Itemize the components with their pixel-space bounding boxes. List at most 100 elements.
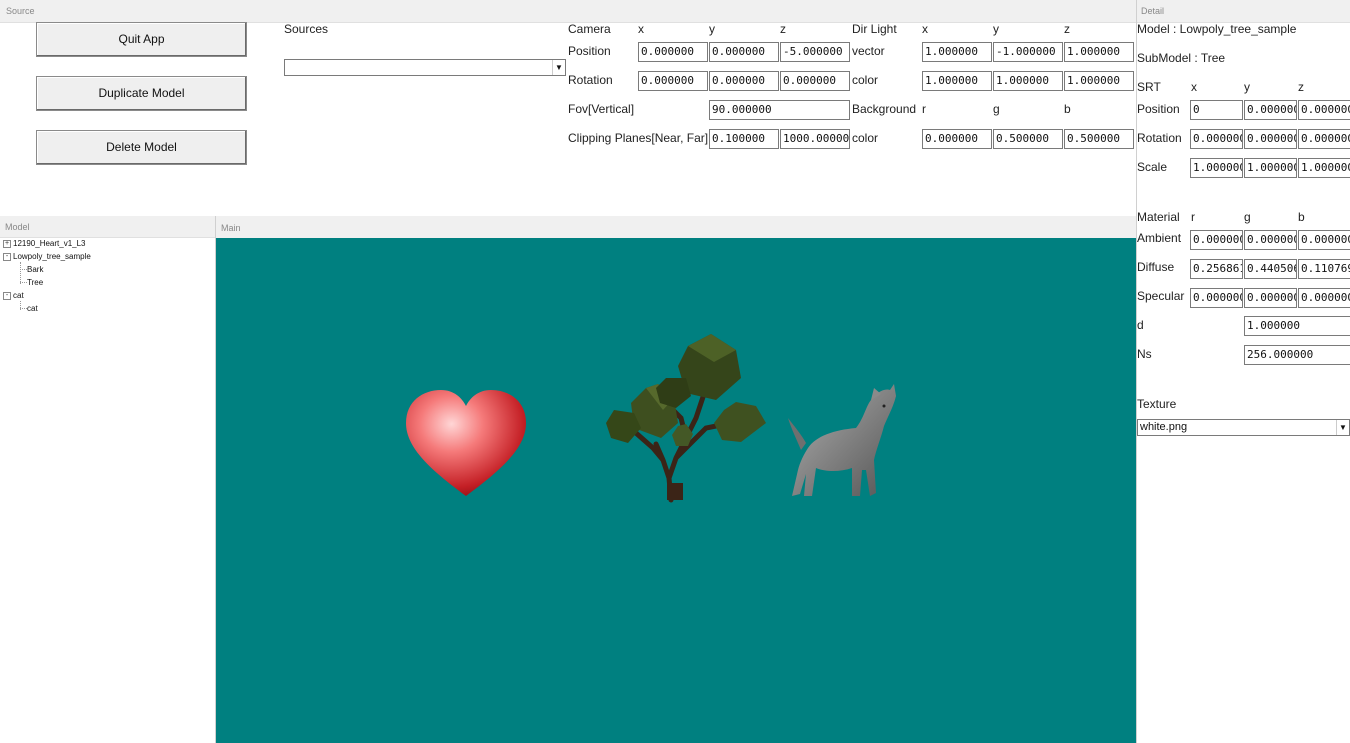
material-diffuse-r-field[interactable]: 0.256861 bbox=[1190, 259, 1243, 279]
quit-app-button[interactable]: Quit App bbox=[36, 22, 247, 57]
camera-rotation-x-field[interactable]: 0.000000 bbox=[638, 71, 708, 91]
srt-scale-z-field[interactable]: 1.000000 bbox=[1298, 158, 1350, 178]
tree-node-cat-child[interactable]: cat bbox=[20, 304, 38, 313]
tree-branch-line bbox=[20, 308, 27, 310]
tree-node-bark[interactable]: Bark bbox=[20, 265, 43, 274]
main-title-bar bbox=[216, 216, 1136, 239]
camera-clip-near-field[interactable]: 0.100000 bbox=[709, 129, 779, 149]
camera-fov-field[interactable]: 90.000000 bbox=[709, 100, 850, 120]
model-name-label: Model : Lowpoly_tree_sample bbox=[1137, 22, 1297, 36]
srt-position-x-field[interactable]: 0 bbox=[1190, 100, 1243, 120]
srt-position-y-field[interactable]: 0.000000 bbox=[1244, 100, 1297, 120]
camera-fov-label: Fov[Vertical] bbox=[568, 102, 635, 116]
source-title-bar bbox=[0, 0, 1136, 23]
dir-light-header: Dir Light bbox=[852, 22, 897, 36]
dir-light-color-r-field[interactable]: 1.000000 bbox=[922, 71, 992, 91]
material-diffuse-b-field[interactable]: 0.110769 bbox=[1298, 259, 1350, 279]
background-header: Background bbox=[852, 102, 917, 116]
background-color-g-field[interactable]: 0.500000 bbox=[993, 129, 1063, 149]
camera-position-x-field[interactable]: 0.000000 bbox=[638, 42, 708, 62]
material-ns-label: Ns bbox=[1137, 347, 1152, 361]
texture-value: white.png bbox=[1140, 421, 1188, 433]
source-panel: Source Quit App Duplicate Model Delete M… bbox=[0, 0, 1136, 215]
camera-position-label: Position bbox=[568, 44, 611, 58]
material-d-field[interactable]: 1.000000 bbox=[1244, 316, 1350, 336]
background-g-header: g bbox=[993, 102, 1000, 116]
source-panel-title: Source bbox=[6, 6, 35, 16]
material-r-header: r bbox=[1191, 210, 1195, 224]
dir-light-vector-z-field[interactable]: 1.000000 bbox=[1064, 42, 1134, 62]
minus-icon[interactable]: - bbox=[3, 252, 11, 261]
camera-x-header: x bbox=[638, 22, 644, 36]
material-ns-field[interactable]: 256.000000 bbox=[1244, 345, 1350, 365]
model-panel: Model +12190_Heart_v1_L3 - Lowpoly_tree_s… bbox=[0, 216, 216, 743]
sources-label: Sources bbox=[284, 22, 329, 36]
material-specular-r-field[interactable]: 0.000000 bbox=[1190, 288, 1243, 308]
heart-model[interactable] bbox=[406, 390, 526, 496]
material-ambient-g-field[interactable]: 0.000000 bbox=[1244, 230, 1297, 250]
material-diffuse-g-field[interactable]: 0.440506 bbox=[1244, 259, 1297, 279]
main-panel-title: Main bbox=[221, 223, 241, 233]
texture-dropdown[interactable]: white.png ▼ bbox=[1137, 419, 1350, 436]
scene-render bbox=[406, 334, 896, 503]
srt-scale-x-field[interactable]: 1.000000 bbox=[1190, 158, 1243, 178]
dir-light-vector-x-field[interactable]: 1.000000 bbox=[922, 42, 992, 62]
duplicate-model-button[interactable]: Duplicate Model bbox=[36, 76, 247, 111]
dir-light-color-b-field[interactable]: 1.000000 bbox=[1064, 71, 1134, 91]
material-header: Material bbox=[1137, 210, 1180, 224]
dir-light-y-header: y bbox=[993, 22, 999, 36]
material-diffuse-label: Diffuse bbox=[1137, 260, 1175, 274]
background-b-header: b bbox=[1064, 102, 1071, 116]
dir-light-color-label: color bbox=[852, 73, 879, 87]
delete-model-button[interactable]: Delete Model bbox=[36, 130, 247, 165]
camera-rotation-z-field[interactable]: 0.000000 bbox=[780, 71, 850, 91]
minus-icon[interactable]: - bbox=[3, 291, 11, 300]
srt-scale-y-field[interactable]: 1.000000 bbox=[1244, 158, 1297, 178]
detail-panel: Detail Model : Lowpoly_tree_sample SubMo… bbox=[1136, 0, 1350, 743]
tree-model[interactable] bbox=[606, 334, 766, 503]
material-ambient-r-field[interactable]: 0.000000 bbox=[1190, 230, 1243, 250]
tree-node-label: 12190_Heart_v1_L3 bbox=[13, 239, 86, 248]
background-color-r-field[interactable]: 0.000000 bbox=[922, 129, 992, 149]
camera-rotation-label: Rotation bbox=[568, 73, 613, 87]
tree-node-tree[interactable]: Tree bbox=[20, 278, 43, 287]
dir-light-z-header: z bbox=[1064, 22, 1070, 36]
dir-light-color-g-field[interactable]: 1.000000 bbox=[993, 71, 1063, 91]
tree-node-heart[interactable]: +12190_Heart_v1_L3 bbox=[3, 239, 86, 248]
plus-icon[interactable]: + bbox=[3, 239, 11, 248]
srt-header: SRT bbox=[1137, 80, 1161, 94]
material-ambient-label: Ambient bbox=[1137, 231, 1182, 245]
material-ambient-b-field[interactable]: 0.000000 bbox=[1298, 230, 1350, 250]
camera-position-y-field[interactable]: 0.000000 bbox=[709, 42, 779, 62]
dir-light-x-header: x bbox=[922, 22, 928, 36]
detail-title-bar bbox=[1137, 0, 1350, 23]
material-g-header: g bbox=[1244, 210, 1251, 224]
material-specular-label: Specular bbox=[1137, 289, 1185, 303]
srt-rotation-y-field[interactable]: 0.000000 bbox=[1244, 129, 1297, 149]
srt-rotation-z-field[interactable]: 0.000000 bbox=[1298, 129, 1350, 149]
material-specular-b-field[interactable]: 0.000000 bbox=[1298, 288, 1350, 308]
detail-panel-title: Detail bbox=[1141, 6, 1165, 16]
sources-dropdown[interactable]: ▼ bbox=[284, 59, 566, 76]
chevron-down-icon[interactable]: ▼ bbox=[552, 60, 565, 75]
camera-rotation-y-field[interactable]: 0.000000 bbox=[709, 71, 779, 91]
camera-clip-label: Clipping Planes[Near, Far] bbox=[568, 131, 709, 145]
srt-rotation-x-field[interactable]: 0.000000 bbox=[1190, 129, 1243, 149]
background-color-b-field[interactable]: 0.500000 bbox=[1064, 129, 1134, 149]
main-3d-viewport[interactable] bbox=[216, 238, 1136, 743]
srt-position-label: Position bbox=[1137, 102, 1180, 116]
camera-position-z-field[interactable]: -5.000000 bbox=[780, 42, 850, 62]
tree-node-lowpoly-tree[interactable]: - Lowpoly_tree_sample bbox=[3, 252, 91, 261]
camera-header: Camera bbox=[568, 22, 611, 36]
tree-node-cat[interactable]: - cat bbox=[3, 291, 24, 300]
srt-position-z-field[interactable]: 0.000000 bbox=[1298, 100, 1350, 120]
camera-z-header: z bbox=[780, 22, 786, 36]
tree-node-label: cat bbox=[27, 304, 38, 313]
cat-model[interactable] bbox=[788, 384, 896, 496]
camera-clip-far-field[interactable]: 1000.000000 bbox=[780, 129, 850, 149]
chevron-down-icon[interactable]: ▼ bbox=[1336, 420, 1349, 435]
dir-light-vector-y-field[interactable]: -1.000000 bbox=[993, 42, 1063, 62]
material-specular-g-field[interactable]: 0.000000 bbox=[1244, 288, 1297, 308]
srt-x-header: x bbox=[1191, 80, 1197, 94]
model-title-bar bbox=[0, 216, 215, 238]
